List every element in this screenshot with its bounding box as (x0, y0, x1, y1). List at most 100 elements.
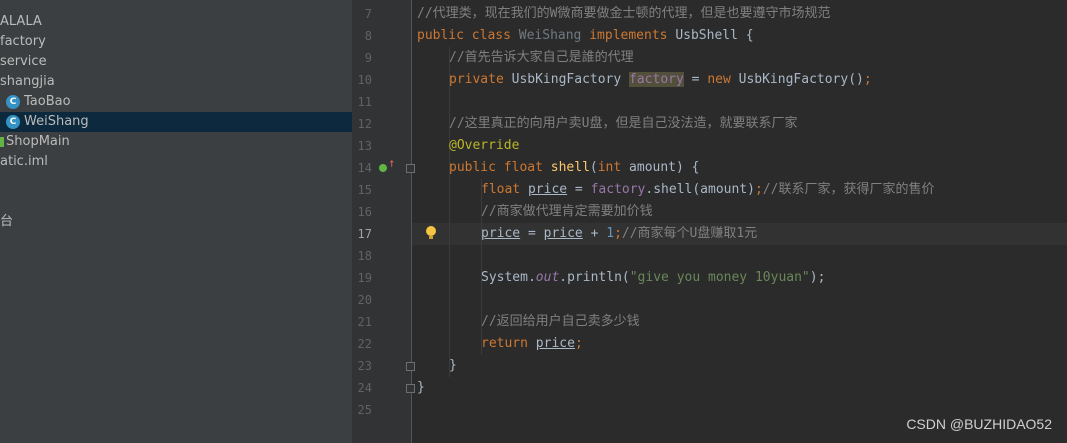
line-number: 24 (357, 381, 372, 395)
tree-item-lower[interactable]: 台 (0, 212, 352, 232)
keyword: public (449, 160, 496, 175)
tree-item-shopmain[interactable]: ShopMain (0, 132, 352, 152)
line-number: 7 (364, 7, 372, 21)
static-field: out (535, 270, 560, 285)
code-line-23[interactable]: } (449, 355, 457, 377)
tree-item-label: factory (0, 34, 46, 49)
method-call: .println( (559, 270, 630, 285)
code-line-16[interactable]: //商家做代理肯定需要加价钱 (481, 201, 653, 223)
line-number: 8 (364, 29, 372, 43)
keyword: float (481, 182, 521, 197)
code-line-22[interactable]: return price; (481, 333, 583, 355)
line-number: 23 (357, 359, 372, 373)
keyword: public (417, 28, 464, 43)
field-name: factory (629, 72, 684, 87)
tree-item-weishang[interactable]: C WeiShang (0, 112, 352, 132)
keyword: private (449, 72, 504, 87)
brace: } (449, 358, 457, 373)
line-number: 20 (357, 293, 372, 307)
line-number: 15 (357, 183, 372, 197)
code-line-17[interactable]: price = price + 1;//商家每个U盘赚取1元 (481, 223, 757, 245)
line-number: 10 (357, 73, 372, 87)
class-icon: C (6, 115, 20, 129)
fold-toggle-icon[interactable] (406, 384, 415, 393)
indent-guide (449, 47, 450, 377)
operator: = (683, 72, 708, 87)
paren: ); (809, 270, 826, 285)
keyword: class (471, 28, 511, 43)
keyword: return (481, 336, 528, 351)
semicolon: ; (614, 226, 622, 241)
comment: //商家做代理肯定需要加价钱 (481, 204, 653, 219)
code-line-15[interactable]: float price = factory.shell(amount);//联系… (481, 179, 934, 201)
tree-item-alala[interactable]: ALALA (0, 12, 352, 32)
comment: //返回给用户自己卖多少钱 (481, 314, 640, 329)
brace: } (417, 380, 425, 395)
code-line-24[interactable]: } (417, 377, 425, 399)
code-line-9[interactable]: //首先告诉大家自己是誰的代理 (449, 47, 634, 69)
semicolon: ; (754, 182, 763, 197)
parameter: amount) { (621, 160, 700, 175)
comment: //这里真正的向用户卖U盘，但是自己没法造，就要联系厂家 (449, 116, 798, 131)
tree-item-factory[interactable]: factory (0, 32, 352, 52)
class-name: WeiShang (518, 28, 582, 43)
fold-toggle-icon[interactable] (406, 362, 415, 371)
line-number: 16 (357, 205, 372, 219)
constructor-call: UsbKingFactory() (738, 72, 864, 87)
number-literal: 1 (606, 226, 615, 241)
keyword: implements (589, 28, 668, 43)
comment: //代理类，现在我们的W微商要做金士顿的代理，但是也要遵守市场规范 (417, 6, 831, 21)
code-line-8[interactable]: public class WeiShang implements UsbShel… (417, 25, 754, 47)
type-name: UsbKingFactory (511, 72, 622, 87)
line-number: 25 (357, 403, 372, 417)
tree-item-label: atic.iml (0, 154, 48, 169)
code-line-12[interactable]: //这里真正的向用户卖U盘，但是自己没法造，就要联系厂家 (449, 113, 797, 135)
comment: //商家每个U盘赚取1元 (621, 226, 758, 241)
tree-item-taobao[interactable]: C TaoBao (0, 92, 352, 112)
interface-name: UsbShell { (675, 28, 754, 43)
main-class-icon (0, 137, 4, 147)
line-number: 14 (357, 161, 372, 175)
tree-item-label: ALALA (0, 14, 42, 29)
tree-item-iml[interactable]: atic.iml (0, 152, 352, 172)
override-marker-icon[interactable] (379, 164, 387, 172)
code-line-21[interactable]: //返回给用户自己卖多少钱 (481, 311, 640, 333)
fold-toggle-icon[interactable] (406, 164, 415, 173)
watermark: CSDN @BUZHIDAO52 (906, 416, 1052, 432)
tree-item-label: service (0, 54, 47, 69)
lightbulb-icon[interactable] (426, 226, 436, 236)
keyword: float (503, 160, 543, 175)
comment: //首先告诉大家自己是誰的代理 (449, 50, 634, 65)
variable: price (481, 226, 521, 241)
code-line-7[interactable]: //代理类，现在我们的W微商要做金士顿的代理，但是也要遵守市场规范 (417, 3, 830, 25)
tree-item-label: shangjia (0, 74, 55, 89)
lightbulb-base (429, 236, 433, 239)
class-ref: System. (481, 270, 536, 285)
line-number: 12 (357, 117, 372, 131)
code-line-10[interactable]: private UsbKingFactory factory = new Usb… (449, 69, 872, 91)
tree-item-service[interactable]: service (0, 52, 352, 72)
operator: = (520, 226, 544, 241)
operator: + (582, 226, 607, 241)
tree-item-label: ShopMain (6, 134, 70, 149)
paren: ( (589, 160, 598, 175)
method-name: shell (550, 160, 590, 175)
semicolon: ; (863, 72, 872, 87)
code-line-14[interactable]: public float shell(int amount) { (449, 157, 700, 179)
semicolon: ; (574, 336, 583, 351)
code-line-19[interactable]: System.out.println("give you money 10yua… (481, 267, 825, 289)
tree-item-label: WeiShang (24, 114, 89, 129)
line-number: 17 (357, 227, 372, 241)
project-tree-panel: ALALA factory service shangjia C TaoBao … (0, 0, 352, 443)
tree-item-label: TaoBao (24, 94, 71, 109)
implements-arrow-icon[interactable]: ↑ (388, 161, 396, 170)
tree-item-label: 台 (0, 214, 14, 229)
code-line-13[interactable]: @Override (449, 135, 519, 157)
line-number: 22 (357, 337, 372, 351)
line-number: 19 (357, 271, 372, 285)
line-number: 21 (357, 315, 372, 329)
line-number: 13 (357, 139, 372, 153)
tree-item-shangjia[interactable]: shangjia (0, 72, 352, 92)
variable: price (535, 336, 575, 351)
method-call: .shell(amount) (645, 182, 755, 197)
